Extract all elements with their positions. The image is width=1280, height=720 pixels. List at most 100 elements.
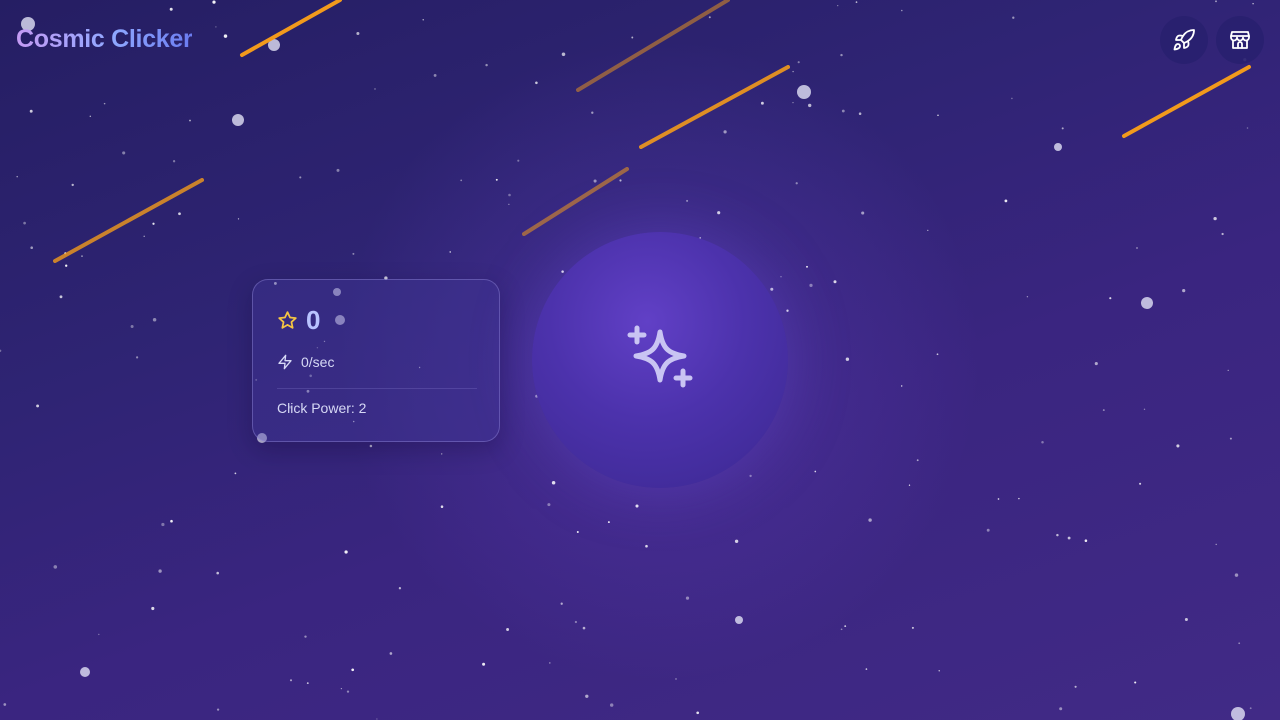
star-dot	[760, 101, 764, 105]
star-dot	[36, 404, 40, 408]
click-power-label: Click Power: 2	[277, 400, 367, 416]
star-dot	[911, 626, 914, 629]
star-dot	[1139, 482, 1142, 485]
rocket-icon	[1173, 29, 1195, 51]
star-dot	[517, 159, 520, 162]
star-dot	[306, 682, 309, 684]
star-dot	[1249, 707, 1252, 710]
star-dot	[376, 718, 378, 720]
star-dot	[840, 53, 843, 57]
star-dot	[422, 19, 424, 21]
star-dot	[814, 470, 817, 473]
star-dot	[122, 151, 126, 155]
star-dot	[865, 668, 868, 670]
star-dot	[797, 85, 811, 99]
star-dot	[560, 602, 563, 605]
star-dot	[551, 481, 556, 485]
star-dot	[1012, 16, 1015, 19]
star-dot	[216, 708, 220, 711]
star-dot	[797, 61, 800, 64]
star-icon	[278, 310, 297, 329]
star-dot	[916, 459, 919, 462]
star-dot	[508, 193, 511, 197]
star-dot	[336, 168, 340, 172]
star-dot	[997, 498, 1000, 500]
star-dot	[215, 26, 217, 28]
star-dot	[841, 109, 845, 113]
star-dot	[574, 620, 578, 624]
star-dot	[89, 115, 92, 118]
shooting-star	[522, 167, 629, 236]
star-dot	[685, 596, 690, 600]
shooting-star	[53, 178, 204, 263]
rate-value: 0/sec	[301, 354, 335, 370]
star-dot	[433, 73, 437, 77]
click-orb[interactable]	[532, 232, 788, 488]
star-dot	[840, 628, 843, 631]
star-dot	[289, 679, 293, 682]
star-dot	[808, 103, 812, 108]
store-icon	[1230, 31, 1250, 49]
star-dot	[170, 519, 173, 523]
shooting-star	[1122, 65, 1251, 138]
star-dot	[585, 694, 589, 698]
star-dot	[792, 70, 794, 73]
star-dot	[549, 662, 551, 664]
star-dot	[508, 203, 510, 205]
star-dot	[169, 7, 173, 11]
store-button[interactable]	[1216, 16, 1264, 64]
star-dot	[723, 130, 727, 134]
star-dot	[189, 119, 191, 122]
star-dot	[30, 246, 33, 249]
star-dot	[1238, 642, 1241, 645]
star-dot	[837, 4, 839, 7]
star-dot	[938, 670, 940, 672]
star-dot	[696, 711, 700, 715]
star-dot	[1084, 539, 1088, 542]
star-dot	[635, 504, 639, 508]
star-dot	[178, 212, 181, 216]
star-dot	[1074, 685, 1077, 688]
star-dot	[172, 160, 176, 163]
star-dot	[780, 276, 782, 278]
lightning-icon	[278, 354, 292, 370]
star-dot	[398, 587, 402, 590]
star-dot	[232, 114, 244, 126]
stats-card: 0 0/sec Click Power: 2	[252, 279, 500, 442]
star-dot	[937, 114, 939, 117]
star-dot	[369, 444, 373, 448]
score-value: 0	[306, 305, 321, 335]
star-dot	[1004, 199, 1008, 203]
star-dot	[53, 565, 58, 569]
star-dot	[1136, 247, 1138, 249]
star-dot	[482, 662, 486, 666]
star-dot	[234, 472, 237, 475]
star-dot	[346, 690, 350, 693]
rocket-button[interactable]	[1160, 16, 1208, 64]
star-dot	[927, 229, 929, 232]
star-dot	[65, 264, 68, 267]
star-dot	[216, 571, 219, 575]
star-dot	[1234, 573, 1239, 577]
star-dot	[786, 309, 789, 312]
app-title: Cosmic Clicker	[16, 25, 193, 53]
star-dot	[1176, 444, 1180, 448]
star-dot	[59, 295, 63, 299]
star-dot	[136, 356, 139, 359]
score-row: 0	[277, 306, 320, 334]
rate-row: 0/sec	[277, 354, 334, 370]
star-dot	[833, 280, 837, 284]
star-dot	[908, 484, 911, 486]
star-dot	[340, 687, 343, 690]
star-dot	[631, 36, 634, 39]
star-dot	[861, 211, 865, 215]
star-dot	[645, 544, 648, 548]
star-dot	[356, 31, 360, 36]
star-dot	[561, 52, 566, 57]
star-dot	[936, 353, 939, 356]
star-dot	[792, 101, 794, 104]
star-dot	[1141, 297, 1153, 309]
star-dot	[708, 16, 711, 19]
star-dot	[351, 668, 355, 672]
star-dot	[675, 678, 677, 680]
